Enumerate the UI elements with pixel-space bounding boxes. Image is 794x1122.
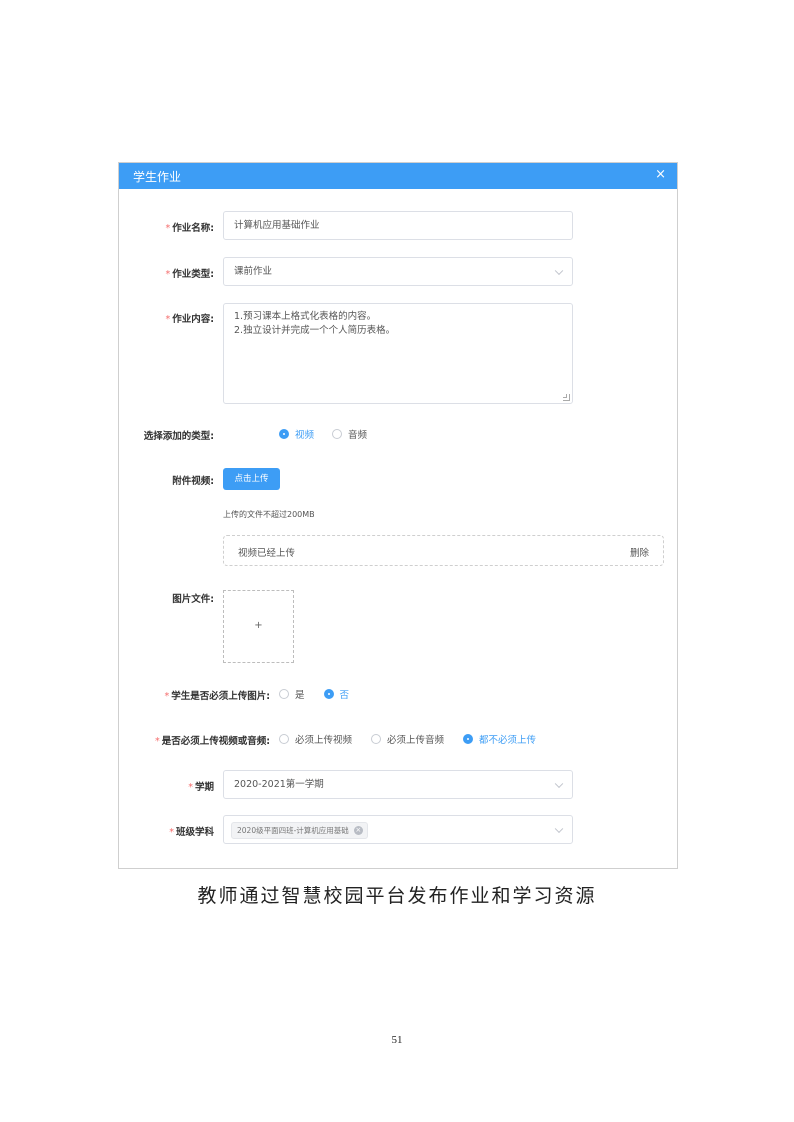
radio-unchecked-icon: [279, 689, 289, 699]
required-marker: *: [169, 827, 174, 838]
class-subject-tag-label: 2020级平面四班-计算机应用基础: [237, 826, 349, 835]
must-upload-image-label: * 学生是否必须上传图片:: [164, 691, 270, 702]
class-subject-label: * 班级学科: [169, 827, 214, 838]
close-icon[interactable]: ×: [655, 167, 666, 182]
add-type-label: 选择添加的类型:: [143, 431, 214, 442]
required-marker: *: [188, 782, 193, 793]
required-marker: *: [165, 223, 171, 234]
required-marker: *: [164, 691, 170, 702]
radio-checked-icon: [279, 429, 289, 439]
content-line-1: 1.预习课本上格式化表格的内容。: [234, 311, 377, 322]
image-file-label: 图片文件:: [172, 594, 214, 605]
content-line-2: 2.独立设计并完成一个个人简历表格。: [234, 325, 396, 336]
homework-dialog: 学生作业 × * 作业名称: 计算机应用基础作业 * 作业类型: 课前作业 * 作业内…: [118, 162, 678, 869]
must-upload-image-radio-group: 是 否: [279, 687, 367, 701]
radio-audio[interactable]: 音频: [332, 427, 367, 441]
must-upload-media-radio-group: 必须上传视频 必须上传音频 都不必须上传: [279, 732, 554, 746]
class-subject-select[interactable]: 2020级平面四班-计算机应用基础 ×: [223, 815, 573, 844]
term-select[interactable]: 2020-2021第一学期: [223, 770, 573, 799]
homework-type-label: * 作业类型:: [165, 269, 214, 280]
page-number: 51: [391, 1034, 403, 1046]
radio-yes[interactable]: 是: [279, 687, 305, 701]
homework-name-input[interactable]: 计算机应用基础作业: [223, 211, 573, 240]
upload-button[interactable]: 点击上传: [223, 468, 280, 490]
tag-close-icon[interactable]: ×: [353, 826, 363, 835]
term-label: * 学期: [188, 782, 214, 793]
required-marker: *: [165, 269, 171, 280]
add-type-radio-group: 视频 音频: [279, 427, 385, 441]
dialog-header: 学生作业 ×: [119, 163, 677, 189]
chevron-down-icon: [554, 779, 564, 788]
radio-unchecked-icon: [371, 734, 382, 744]
radio-neither-required[interactable]: 都不必须上传: [463, 732, 536, 746]
required-marker: *: [154, 736, 160, 747]
radio-checked-icon: [463, 734, 474, 744]
uploaded-file-row: 视频已经上传 删除: [223, 535, 664, 566]
radio-no[interactable]: 否: [323, 687, 349, 701]
homework-type-select[interactable]: 课前作业: [223, 257, 573, 286]
attachment-video-label: 附件视频:: [172, 476, 214, 487]
chevron-down-icon: [554, 266, 564, 275]
radio-must-audio[interactable]: 必须上传音频: [371, 732, 444, 746]
radio-must-video[interactable]: 必须上传视频: [279, 732, 352, 746]
radio-unchecked-icon: [332, 429, 343, 439]
radio-video[interactable]: 视频: [279, 427, 314, 441]
plus-icon: +: [254, 620, 263, 631]
class-subject-tag: 2020级平面四班-计算机应用基础 ×: [231, 822, 368, 839]
delete-file-link[interactable]: 删除: [630, 545, 649, 559]
homework-type-value: 课前作业: [234, 266, 273, 277]
must-upload-media-label: * 是否必须上传视频或音频:: [154, 736, 270, 747]
resize-handle-icon[interactable]: [563, 394, 570, 401]
image-upload-box[interactable]: +: [223, 590, 294, 663]
upload-size-hint: 上传的文件不超过200MB: [223, 510, 315, 519]
dialog-title: 学生作业: [133, 170, 182, 184]
homework-content-label: * 作业内容:: [165, 314, 214, 325]
chevron-down-icon: [554, 824, 564, 833]
homework-content-textarea[interactable]: 1.预习课本上格式化表格的内容。 2.独立设计并完成一个个人简历表格。: [223, 303, 573, 404]
uploaded-file-name: 视频已经上传: [238, 548, 296, 559]
figure-caption: 教师通过智慧校园平台发布作业和学习资源: [197, 885, 597, 907]
term-value: 2020-2021第一学期: [234, 779, 324, 790]
homework-name-label: * 作业名称:: [165, 223, 214, 234]
radio-unchecked-icon: [279, 734, 289, 744]
radio-checked-icon: [323, 689, 334, 699]
required-marker: *: [165, 314, 171, 325]
